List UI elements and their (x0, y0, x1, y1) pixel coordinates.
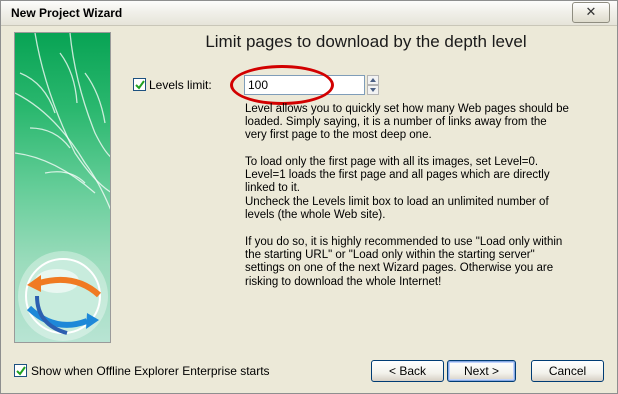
description-paragraph-2: To load only the first page with all its… (245, 156, 605, 222)
levels-limit-label: Levels limit: (149, 78, 212, 92)
description-line: linked to it. (245, 182, 300, 195)
window-title: New Project Wizard (11, 6, 123, 20)
levels-limit-input[interactable] (244, 75, 365, 95)
description-line: To load only the first page with all its… (245, 156, 539, 168)
description-line: If you do so, it is highly recommended t… (245, 236, 563, 248)
arrow-up-icon (370, 78, 376, 82)
show-on-start-label: Show when Offline Explorer Enterprise st… (31, 364, 270, 378)
web-globe-illustration (15, 33, 110, 341)
spinner-down-button[interactable] (367, 85, 379, 95)
description-line: risking to download the whole Internet! (245, 275, 442, 288)
description-line: Uncheck the Levels limit box to load an … (245, 195, 549, 208)
description-line: very first page to the most deep one. (245, 129, 432, 142)
cancel-button[interactable]: Cancel (531, 360, 604, 382)
description-line: levels (the whole Web site). (245, 208, 386, 221)
show-on-start-checkbox[interactable] (14, 364, 27, 377)
spinner-up-button[interactable] (367, 75, 379, 85)
description-line: Level=1 loads the first page and all pag… (245, 169, 550, 182)
wizard-side-graphic (14, 32, 111, 343)
wizard-window: New Project Wizard ✕ Limit pages to down… (0, 0, 618, 394)
description-line: loaded. Simply saying, it is a number of… (245, 116, 547, 129)
next-button[interactable]: Next > (447, 360, 516, 382)
description-line: the starting URL" or "Load only within t… (245, 249, 535, 262)
description-line: Level allows you to quickly set how many… (245, 103, 569, 115)
page-heading: Limit pages to download by the depth lev… (205, 32, 527, 51)
description-paragraph-3: If you do so, it is highly recommended t… (245, 236, 605, 289)
description-paragraph-1: Level allows you to quickly set how many… (245, 103, 605, 143)
close-button[interactable]: ✕ (572, 2, 610, 23)
levels-limit-checkbox[interactable] (133, 78, 146, 91)
close-icon: ✕ (585, 5, 597, 20)
back-button[interactable]: < Back (371, 360, 444, 382)
title-bar[interactable]: New Project Wizard ✕ (1, 1, 617, 26)
checkmark-icon (15, 365, 26, 376)
checkmark-icon (134, 79, 145, 90)
description-line: settings on one of the next Wizard pages… (245, 262, 554, 275)
levels-spinner (367, 75, 379, 95)
arrow-down-icon (370, 88, 376, 92)
